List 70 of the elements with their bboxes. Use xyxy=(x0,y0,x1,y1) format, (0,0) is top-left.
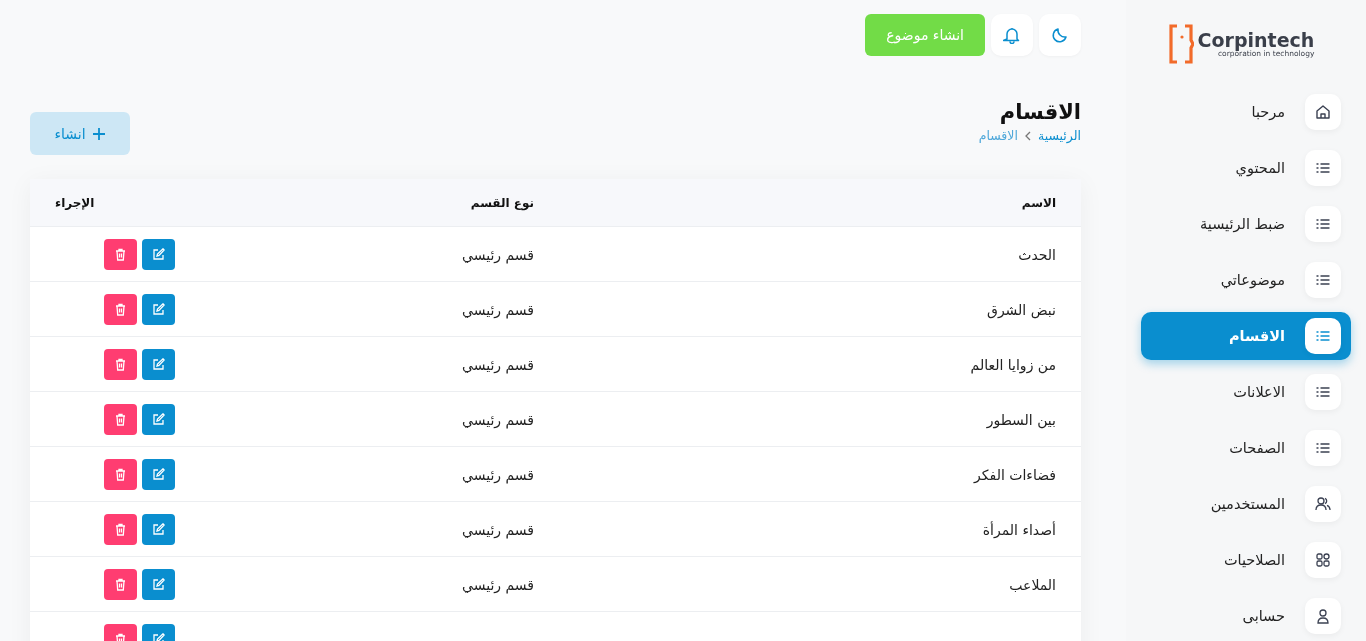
edit-icon xyxy=(152,357,165,371)
table-cell: قسم رئيسي xyxy=(462,576,534,593)
edit-icon xyxy=(152,412,165,426)
logo-name: Corpintech xyxy=(1197,30,1315,50)
edit-button[interactable] xyxy=(142,348,175,380)
delete-button[interactable] xyxy=(104,293,137,325)
notifications-button[interactable] xyxy=(991,14,1033,56)
column-header: نوع القسم xyxy=(470,195,534,210)
sidebar-item[interactable]: الاقسام xyxy=(1141,312,1351,360)
edit-button[interactable] xyxy=(142,238,175,270)
users-icon xyxy=(1314,495,1332,513)
table-cell: قسم رئيسي xyxy=(462,301,534,318)
table-cell: قسم رئيسي xyxy=(462,411,534,428)
delete-button[interactable] xyxy=(104,403,137,435)
moon-icon xyxy=(1051,26,1069,44)
trash-icon xyxy=(114,467,127,481)
user-icon xyxy=(1314,607,1332,625)
delete-button[interactable] xyxy=(104,568,137,600)
column-header: الإجراء xyxy=(55,195,95,210)
table-cell: نبض الشرق xyxy=(987,301,1056,318)
table-cell: الحدث xyxy=(1018,246,1056,263)
edit-button[interactable] xyxy=(142,458,175,490)
table-cell: من زوايا العالم xyxy=(970,356,1056,373)
grid-icon xyxy=(1314,551,1332,569)
trash-icon xyxy=(114,357,127,371)
table-cell: قسم رئيسي xyxy=(462,466,534,483)
breadcrumb-item: الاقسام xyxy=(978,128,1018,143)
table-cell: فضاءات الفكر xyxy=(974,466,1056,483)
sidebar-item[interactable]: مرحبا xyxy=(1141,88,1351,136)
edit-button[interactable] xyxy=(142,403,175,435)
sidebar-item[interactable]: موضوعاتي xyxy=(1141,256,1351,304)
trash-icon xyxy=(114,522,127,536)
table-cell: الملاعب xyxy=(1009,576,1056,593)
edit-icon xyxy=(152,467,165,481)
home-icon xyxy=(1314,103,1332,121)
table-cell: قسم رئيسي xyxy=(462,246,534,263)
edit-icon xyxy=(152,522,165,536)
delete-button[interactable] xyxy=(104,238,137,270)
sidebar-item[interactable]: الصلاحيات xyxy=(1141,536,1351,584)
edit-icon xyxy=(152,302,165,316)
sidebar-item[interactable]: الصفحات xyxy=(1141,424,1351,472)
logo-icon xyxy=(1167,24,1194,64)
delete-button[interactable] xyxy=(104,348,137,380)
table-cell: قسم رئيسي xyxy=(462,521,534,538)
bell-icon xyxy=(1003,26,1021,44)
trash-icon xyxy=(114,412,127,426)
edit-button[interactable] xyxy=(142,568,175,600)
sidebar-item[interactable]: المستخدمين xyxy=(1141,480,1351,528)
plus-icon xyxy=(91,126,106,141)
edit-button[interactable] xyxy=(142,513,175,545)
sidebar-item[interactable]: ضبط الرئيسية xyxy=(1141,200,1351,248)
column-header: الاسم xyxy=(1021,195,1056,210)
trash-icon xyxy=(114,302,127,316)
sidebar-item[interactable]: المحتوي xyxy=(1141,144,1351,192)
trash-icon xyxy=(114,247,127,261)
table-cell: بين السطور xyxy=(986,411,1056,428)
trash-icon xyxy=(114,577,127,591)
breadcrumb-link[interactable]: الرئيسية xyxy=(1037,128,1081,143)
delete-button[interactable] xyxy=(104,513,137,545)
delete-button[interactable] xyxy=(104,458,137,490)
table-cell: أصداء المرأة xyxy=(982,521,1056,538)
sidebar-item[interactable]: حسابى xyxy=(1141,592,1351,640)
table-cell: قسم رئيسي xyxy=(462,356,534,373)
sidebar-item[interactable]: الاعلانات xyxy=(1141,368,1351,416)
edit-button[interactable] xyxy=(142,293,175,325)
dark-mode-button[interactable] xyxy=(1039,14,1081,56)
edit-icon xyxy=(152,577,165,591)
chevron-icon xyxy=(1023,130,1032,141)
page-title: الاقسام xyxy=(998,99,1081,126)
edit-icon xyxy=(152,247,165,261)
